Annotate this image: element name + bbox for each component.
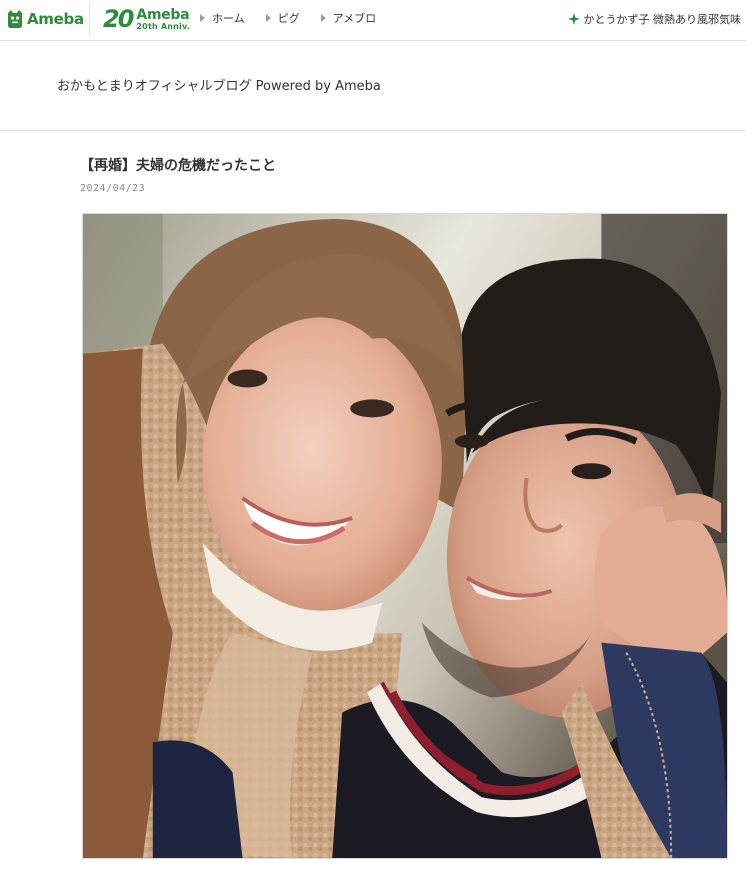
anniversary-brand: Ameba xyxy=(136,6,190,23)
couple-selfie-image xyxy=(83,214,727,858)
entry-title[interactable]: 【再婚】夫婦の危機だったこと xyxy=(80,155,276,175)
entry-date: 2024/04/23 xyxy=(80,183,146,194)
logo-text: Ameba xyxy=(27,10,84,28)
anniversary-logo[interactable]: 20 Ameba 20th Anniv. xyxy=(103,4,190,34)
nav-link-pigg[interactable]: ピグ xyxy=(265,11,300,25)
nav-link-ameblo[interactable]: アメブロ xyxy=(320,11,377,25)
ameba-mascot-icon xyxy=(8,10,22,28)
ameba-logo[interactable]: Ameba xyxy=(6,7,84,31)
nav-link-label: ピグ xyxy=(277,12,300,25)
triangle-right-icon xyxy=(265,14,271,22)
entry-photo[interactable] xyxy=(82,213,728,859)
clover-icon xyxy=(567,13,580,25)
triangle-right-icon xyxy=(200,14,205,22)
nav-link-label: アメブロ xyxy=(332,12,377,25)
anniversary-number: 20 xyxy=(103,5,134,33)
nav-link-label: ホーム xyxy=(212,12,245,25)
triangle-right-icon xyxy=(320,14,326,22)
trending-topic: かとうかず子 微熱あり風邪気味 xyxy=(567,11,742,27)
global-header: Ameba 20 Ameba 20th Anniv. ホーム ピグ アメブロ か… xyxy=(0,0,746,41)
anniversary-text: Ameba 20th Anniv. xyxy=(136,8,190,31)
header-divider xyxy=(89,2,90,36)
nav-link-home[interactable]: ホーム xyxy=(200,11,245,25)
blog-header: おかもとまりオフィシャルブログ Powered by Ameba xyxy=(0,41,746,131)
trending-topic-link[interactable]: かとうかず子 微熱あり風邪気味 xyxy=(584,11,742,27)
anniversary-sub: 20th Anniv. xyxy=(136,21,190,31)
blog-title-link[interactable]: おかもとまりオフィシャルブログ Powered by Ameba xyxy=(57,75,381,94)
global-nav: ホーム ピグ アメブロ xyxy=(200,11,397,25)
